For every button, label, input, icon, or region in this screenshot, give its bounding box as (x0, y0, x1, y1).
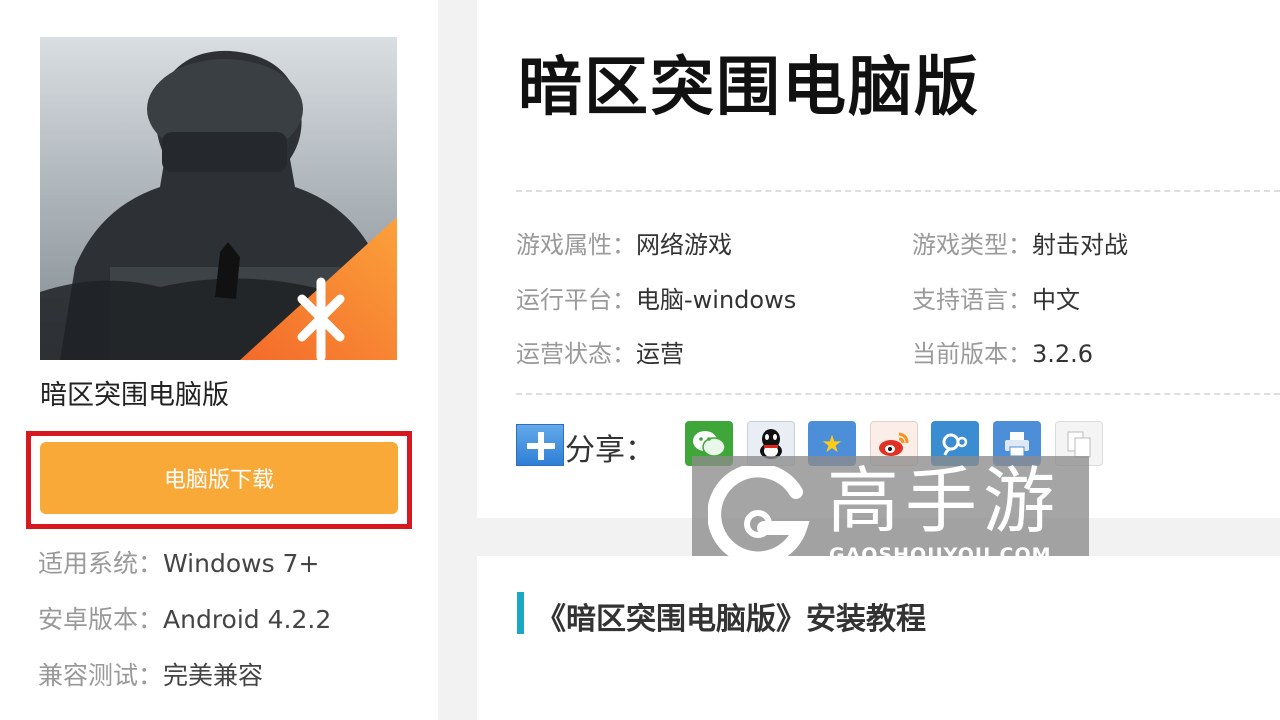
attr-label: 游戏属性： (516, 231, 636, 259)
tutorial-panel (477, 556, 1280, 720)
attr-label: 运营状态： (516, 340, 636, 368)
attr-label: 支持语言： (912, 286, 1032, 314)
attr-value: 网络游戏 (636, 231, 732, 259)
section-accent-bar (517, 592, 524, 634)
divider (516, 190, 1280, 192)
attr-platform: 运行平台：电脑-windows (516, 280, 796, 315)
page-title: 暗区突围电脑版 (518, 51, 980, 125)
divider (516, 393, 1280, 395)
attr-value: 中文 (1032, 286, 1080, 314)
attr-game-type: 游戏类型：射击对战 (912, 225, 1128, 260)
spec-system-value: Windows 7+ (163, 549, 320, 578)
attr-label: 运行平台： (516, 286, 636, 314)
attr-value: 电脑-windows (636, 286, 797, 314)
attr-game-property: 游戏属性：网络游戏 (516, 225, 732, 260)
spec-android-version: 安卓版本：Android 4.2.2 (38, 600, 331, 636)
spec-compatibility-value: 完美兼容 (163, 661, 264, 690)
spec-compatibility-label: 兼容测试： (38, 661, 164, 690)
watermark-logo-icon (708, 466, 810, 566)
attr-value: 运营 (636, 340, 684, 368)
spec-android-value: Android 4.2.2 (163, 605, 332, 634)
game-name: 暗区突围电脑版 (40, 380, 229, 411)
attr-label: 游戏类型： (912, 231, 1032, 259)
section-title: 《暗区突围电脑版》安装教程 (536, 602, 926, 637)
attr-value: 射击对战 (1032, 231, 1128, 259)
spec-system-label: 适用系统： (38, 549, 164, 578)
page: 暗区突围电脑版 电脑版下载 适用系统：Windows 7+ 安卓版本：Andro… (0, 0, 1280, 720)
game-cover-image[interactable] (40, 37, 397, 360)
attr-value: 3.2.6 (1032, 340, 1094, 368)
share-more-icon[interactable] (516, 424, 564, 466)
pc-download-button[interactable]: 电脑版下载 (40, 442, 398, 514)
watermark-text: 高手游 (827, 459, 1062, 543)
spec-android-label: 安卓版本： (38, 605, 164, 634)
spec-system: 适用系统：Windows 7+ (38, 544, 319, 580)
attr-version: 当前版本：3.2.6 (912, 334, 1093, 369)
spec-compatibility: 兼容测试：完美兼容 (38, 656, 263, 692)
attr-label: 当前版本： (912, 340, 1032, 368)
attr-language: 支持语言：中文 (912, 280, 1080, 315)
attr-status: 运营状态：运营 (516, 334, 684, 369)
share-label: 分享： (565, 433, 655, 468)
game-sidebar: 暗区突围电脑版 电脑版下载 适用系统：Windows 7+ 安卓版本：Andro… (0, 0, 438, 720)
